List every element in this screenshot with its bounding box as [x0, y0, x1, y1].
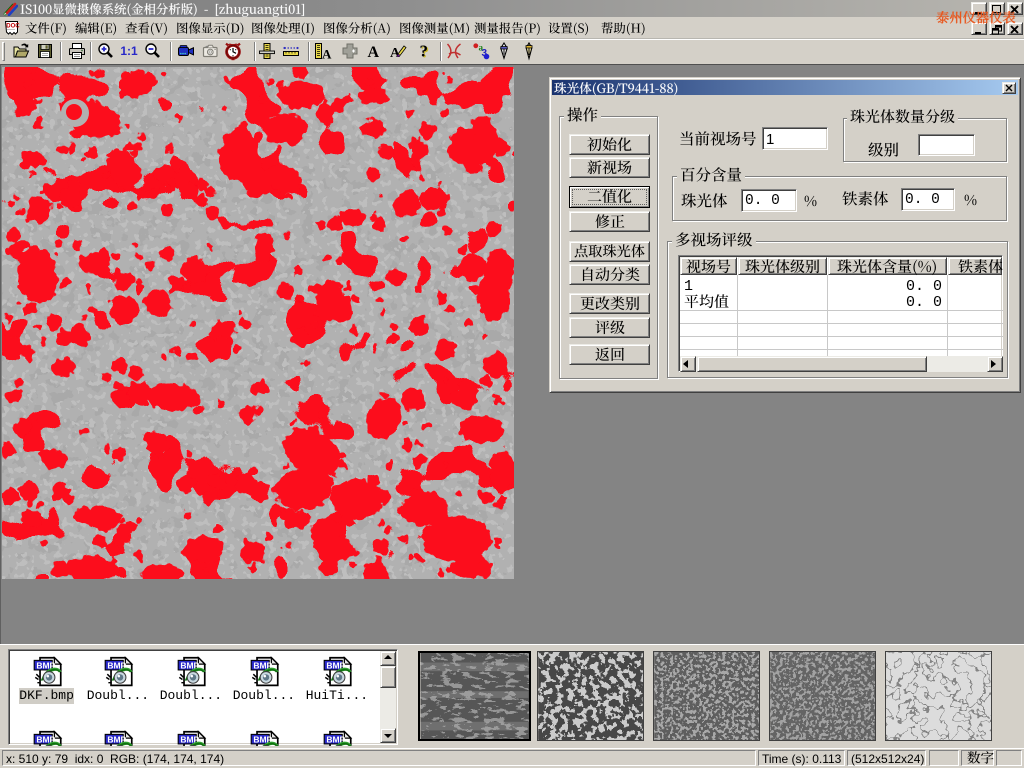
svg-text:DOC: DOC — [6, 24, 20, 30]
svg-text:?: ? — [419, 42, 428, 61]
svg-text:A: A — [322, 47, 332, 62]
svg-text:A: A — [367, 44, 379, 61]
